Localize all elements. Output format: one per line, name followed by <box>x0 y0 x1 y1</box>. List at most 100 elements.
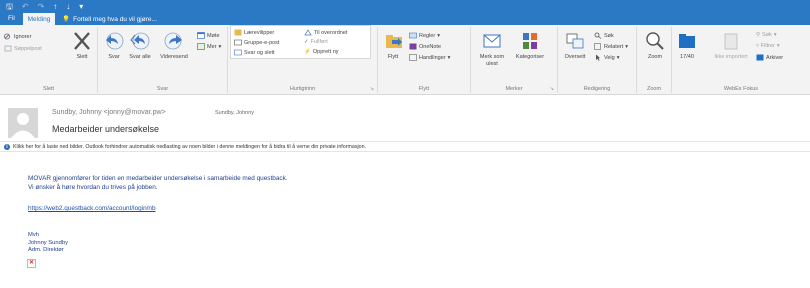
actions-icon <box>409 54 417 61</box>
quickstep-item-5[interactable]: Svar og slett <box>234 49 275 56</box>
message-from[interactable]: Sundby, Johnny <jonny@movar.pw> <box>52 109 166 116</box>
infobar-text: Klikk her for å laste ned bilder. Outloo… <box>13 144 367 150</box>
reply-button[interactable]: Svar <box>103 30 125 61</box>
ignore-icon <box>4 33 11 40</box>
select-cursor-icon <box>596 54 600 61</box>
quickstep-label-1: Lærevilipper <box>244 29 275 36</box>
binoculars-icon: ⚲ <box>756 32 761 38</box>
reply-label: Svar <box>108 54 120 60</box>
categorize-icon <box>523 33 537 49</box>
undo-icon[interactable]: ↶ <box>22 2 29 11</box>
not-imported-button[interactable]: Ikke importert <box>714 30 748 61</box>
more-respond-label: Mer <box>207 43 217 50</box>
group-label-svar: Svar <box>156 86 169 92</box>
body-line-2: Vi ønsker å høre hvordan du trives på jo… <box>28 183 158 191</box>
redo-icon[interactable]: ↷ <box>38 2 45 11</box>
reply-all-button[interactable]: Svar alle <box>128 30 152 61</box>
actions-button[interactable]: Handlinger ▾ <box>409 54 450 61</box>
group-label-slett: Slett <box>42 86 54 92</box>
translate-button[interactable]: Oversett <box>561 30 589 61</box>
quickstep-item-6[interactable]: ⚡ Opprett ny <box>304 49 339 55</box>
signature-greeting: Mvh <box>28 232 39 238</box>
webex-count-button[interactable]: 17/40 <box>676 30 698 61</box>
lightbulb-icon: 💡 <box>62 16 71 23</box>
meeting-button[interactable]: Møte <box>197 32 220 39</box>
quick-steps-gallery: Lærevilipper Til overordnet Gruppe-e-pos… <box>230 25 371 59</box>
find-button[interactable]: Søk <box>594 32 614 39</box>
categorize-button[interactable]: Kategoriser <box>513 30 547 61</box>
message-subject: Medarbeider undersøkelse <box>52 124 160 134</box>
forward-icon <box>164 32 182 50</box>
webex-folder-icon <box>679 34 695 48</box>
next-item-icon[interactable]: ↓ <box>66 2 70 11</box>
checkmark-icon: ✓ <box>304 39 309 45</box>
webex-search-button[interactable]: ⚲ Søk ▾ <box>756 32 777 38</box>
ribbon-tab-row: Fil Melding 💡 Fortell meg hva du vil gjø… <box>0 13 810 25</box>
quick-access-toolbar: 🖫 ↶ ↷ ↑ ↓ ▾ <box>6 2 83 11</box>
junk-icon <box>4 45 12 52</box>
junk-button[interactable]: Søppelpost <box>4 45 42 52</box>
junk-label: Søppelpost <box>14 45 42 52</box>
group-redigering: Oversett Søk Relatert ▾ Velg ▾ Redigerin… <box>558 27 637 93</box>
onenote-icon <box>409 43 417 50</box>
broken-image-icon[interactable]: ✕ <box>27 259 36 268</box>
rules-button[interactable]: Regler ▾ <box>409 32 440 39</box>
chevron-down-icon: ▾ <box>437 32 440 39</box>
quickstep-manager-icon <box>304 29 312 36</box>
more-respond-button[interactable]: Mer ▾ <box>197 43 221 50</box>
related-label: Relatert <box>604 43 624 50</box>
zoom-label: Zoom <box>647 54 663 60</box>
webex-count-label: 17/40 <box>680 54 694 60</box>
categorize-label: Kategoriser <box>515 54 545 60</box>
webex-filter-button[interactable]: ▿ Filtrer ▾ <box>756 43 780 49</box>
move-button[interactable]: Flytt <box>383 30 403 61</box>
save-icon[interactable]: 🖫 <box>6 2 13 11</box>
chevron-down-icon: ▾ <box>616 54 620 61</box>
group-label-zoom: Zoom <box>646 86 662 92</box>
find-icon <box>594 32 602 39</box>
person-icon <box>11 113 35 138</box>
group-label-flytt: Flytt <box>418 86 430 92</box>
related-icon <box>594 43 601 50</box>
not-imported-icon <box>724 33 738 50</box>
webex-archive-button[interactable]: Arkiver <box>756 54 783 61</box>
onenote-label: OneNote <box>419 43 442 50</box>
lightning-icon: ⚡ <box>304 49 311 55</box>
customize-toolbar-icon[interactable]: ▾ <box>79 2 83 11</box>
onenote-button[interactable]: OneNote <box>409 43 441 50</box>
message-to[interactable]: Sundby, Johnny <box>215 110 254 116</box>
quickstep-item-1[interactable]: Lærevilipper <box>234 29 274 36</box>
survey-link[interactable]: https://web2.questback.com/account/login… <box>28 205 156 212</box>
tab-melding[interactable]: Melding <box>23 13 55 25</box>
translate-label: Oversett <box>564 54 586 60</box>
tags-launcher-icon[interactable]: ↘ <box>550 86 554 92</box>
webex-search-label: Søk <box>762 32 772 38</box>
group-label-webex: WebEx Fokus <box>723 86 759 92</box>
quickstep-item-3[interactable]: Gruppe-e-post <box>234 39 279 46</box>
quickstep-item-2[interactable]: Til overordnet <box>304 29 347 36</box>
quicksteps-launcher-icon[interactable]: ↘ <box>370 86 374 92</box>
chevron-down-icon: ▾ <box>218 43 222 50</box>
related-button[interactable]: Relatert ▾ <box>594 43 628 50</box>
quickstep-item-4[interactable]: ✓ Fullført <box>304 39 328 45</box>
signature: Mvh Johnny Sundby Adm. Direktør <box>28 232 68 255</box>
mark-unread-button[interactable]: Merk som ulest <box>475 30 509 67</box>
tell-me-box[interactable]: 💡 Fortell meg hva du vil gjøre... <box>62 15 157 24</box>
delete-button[interactable]: Slett <box>70 30 94 61</box>
ignore-button[interactable]: Ignorer <box>4 33 31 40</box>
tab-file[interactable]: Fil <box>8 15 15 22</box>
meeting-label: Møte <box>207 32 220 39</box>
chevron-down-icon: ▾ <box>447 54 451 61</box>
select-button[interactable]: Velg ▾ <box>594 54 619 61</box>
webex-filter-label: Filtrer <box>760 43 775 49</box>
webex-archive-label: Arkiver <box>766 54 784 61</box>
previous-item-icon[interactable]: ↑ <box>53 2 57 11</box>
move-folder-icon <box>386 35 402 48</box>
meeting-icon <box>197 32 205 39</box>
zoom-button[interactable]: Zoom <box>642 30 668 61</box>
select-label: Velg <box>604 54 615 61</box>
chevron-down-icon: ▾ <box>773 32 777 38</box>
quickstep-label-3: Gruppe-e-post <box>244 39 280 46</box>
forward-button[interactable]: Videresend <box>156 30 192 61</box>
download-pictures-infobar[interactable]: i Klikk her for å laste ned bilder. Outl… <box>0 141 810 152</box>
